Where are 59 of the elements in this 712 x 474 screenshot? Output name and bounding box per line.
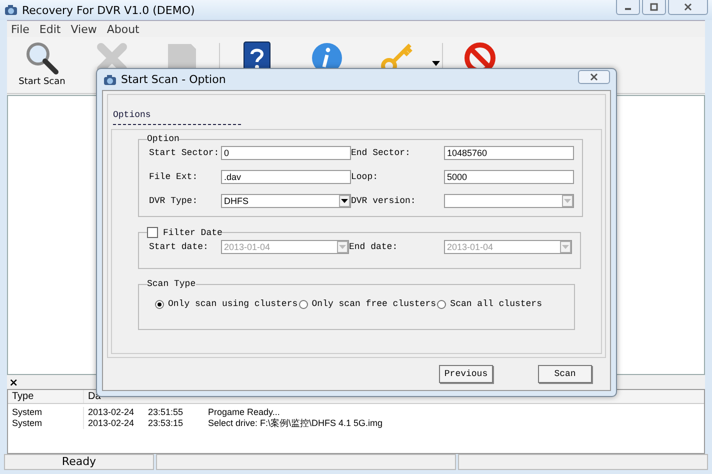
field-label: End Sector: <box>351 148 412 158</box>
checkbox[interactable] <box>147 227 158 238</box>
minimize-button[interactable] <box>616 0 640 15</box>
magnifier-icon <box>25 41 59 75</box>
radio-button[interactable] <box>155 300 164 308</box>
radio-button[interactable] <box>437 300 446 308</box>
table-cell-text: 23:53:15 <box>147 418 184 429</box>
toolbar-button[interactable]: Start Scan <box>7 39 77 89</box>
close-log-button[interactable]: × <box>7 376 18 389</box>
group-title: Option <box>147 134 180 144</box>
dialog-title: Start Scan - Option <box>121 73 226 86</box>
menu-item[interactable]: Edit <box>39 22 61 36</box>
menu-item[interactable]: View <box>70 22 97 36</box>
close-icon <box>590 73 598 81</box>
field-label: DVR Type: <box>149 196 199 206</box>
field-label: Start Sector: <box>149 148 220 158</box>
dropdown-arrow-icon <box>339 245 346 249</box>
radio-label: Scan all clusters <box>450 299 542 309</box>
checkbox-label: Filter Date <box>163 228 222 238</box>
camera-icon <box>103 72 117 86</box>
field-label: File Ext: <box>149 172 199 182</box>
table-cell-text: 2013-02-24 <box>87 418 136 429</box>
camera-icon <box>4 3 18 17</box>
field-label: End date: <box>349 242 399 252</box>
menu-item[interactable]: About <box>106 22 140 36</box>
field-label: DVR version: <box>351 196 417 206</box>
maximize-button[interactable] <box>642 0 666 15</box>
input-field[interactable]: .dav <box>221 170 351 184</box>
table-cell-text: 23:51:55 <box>147 407 184 418</box>
maximize-icon <box>650 3 658 11</box>
menu-item[interactable]: File <box>11 22 30 36</box>
table-cell-text: Select drive: F:\案例\监控\DHFS 4.1 5G.img <box>207 418 383 429</box>
table-cell-text: 2013-02-24 <box>87 407 136 418</box>
radio-label: Only scan free clusters <box>312 299 436 309</box>
close-button[interactable] <box>668 0 708 15</box>
table-cell: System <box>8 407 84 418</box>
close-icon <box>684 3 692 11</box>
options-tab[interactable]: Options <box>113 110 241 125</box>
window-title: Recovery For DVR V1.0 (DEMO) <box>22 4 195 16</box>
input-field[interactable]: 0 <box>221 146 351 160</box>
input-field[interactable]: 10485760 <box>444 146 574 160</box>
group-title: Scan Type <box>147 279 196 289</box>
field-label: Start date: <box>149 242 210 252</box>
dropdown-arrow-icon <box>341 199 348 203</box>
table-cell-text: Progame Ready... <box>207 407 280 418</box>
status-text: Ready <box>4 454 154 470</box>
dropdown-arrow-icon[interactable] <box>432 61 440 66</box>
dialog-button[interactable]: Scan <box>538 365 592 383</box>
close-button[interactable] <box>578 70 610 84</box>
radio-label: Only scan using clusters <box>168 299 298 309</box>
radio-button[interactable] <box>298 300 308 308</box>
dropdown-arrow-icon <box>564 199 571 203</box>
dropdown-field[interactable]: DHFS <box>221 194 351 208</box>
table-cell: System <box>8 418 84 429</box>
dialog-button[interactable]: Previous <box>439 365 493 383</box>
field-label: Loop: <box>351 172 380 182</box>
column-header[interactable]: Type <box>8 390 84 403</box>
dropdown-arrow-icon <box>562 245 569 249</box>
input-field[interactable]: 5000 <box>444 170 574 184</box>
